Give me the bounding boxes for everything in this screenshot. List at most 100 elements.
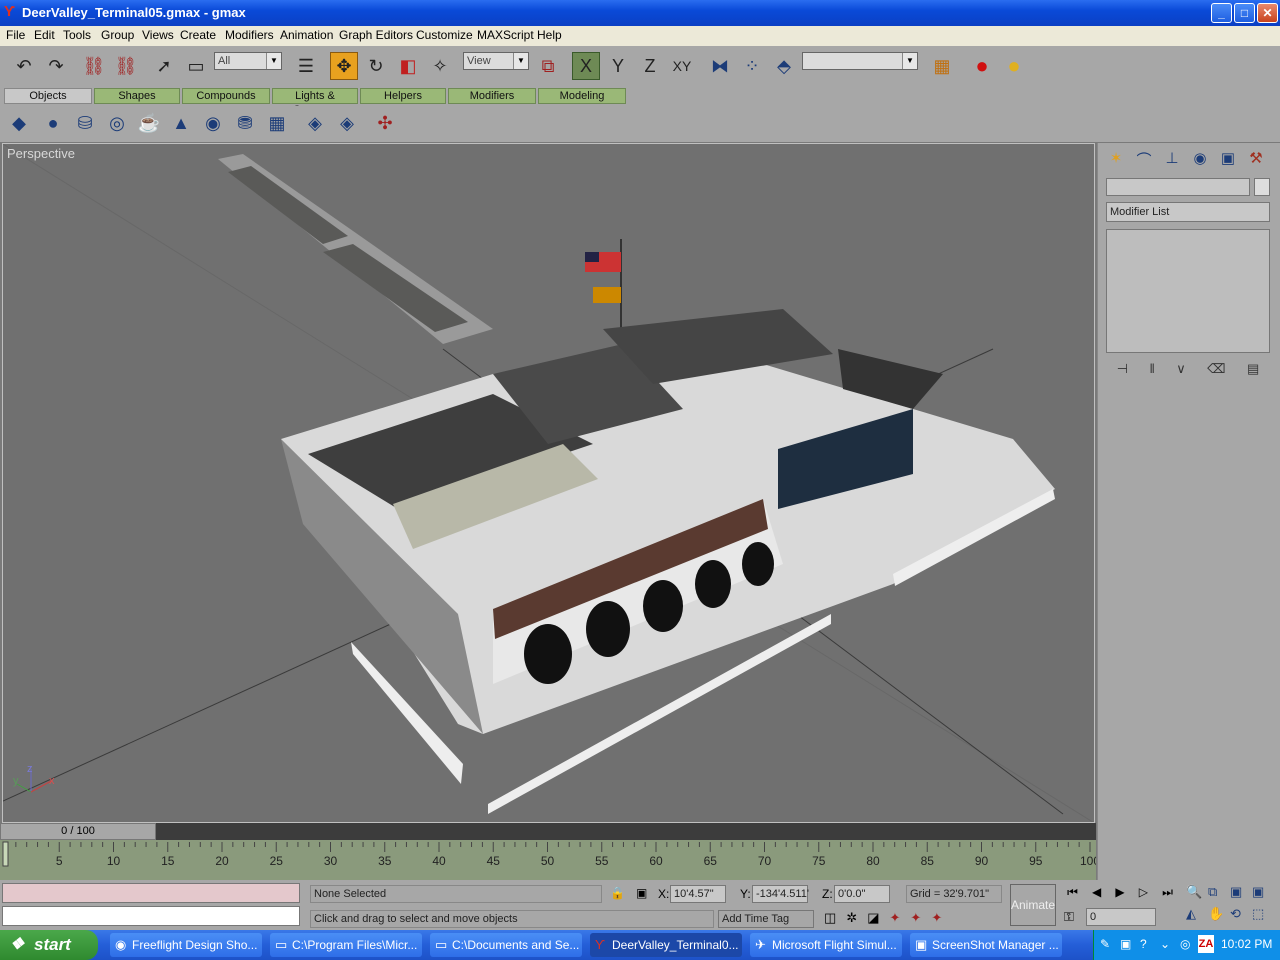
select-by-name-icon[interactable]: ☰ (292, 52, 320, 80)
tab-lights-cameras[interactable]: Lights & Cameras (272, 88, 358, 116)
snap-icon[interactable]: ✧ (426, 52, 454, 80)
patch-grid-icon[interactable]: ◈ (302, 110, 328, 136)
tray-chevron-icon[interactable]: ⌄ (1160, 937, 1170, 951)
zoom-icon[interactable]: 🔍 (1186, 884, 1208, 906)
perspective-viewport[interactable]: y z x Perspective (2, 143, 1095, 823)
current-frame-field[interactable]: 0 (1086, 908, 1156, 926)
window-crossing-icon[interactable]: ✦ (931, 910, 942, 928)
axis-z-icon[interactable]: Z (636, 52, 664, 80)
remove-modifier-icon[interactable]: ⌫ (1207, 361, 1225, 381)
tube-icon[interactable]: ⛃ (232, 110, 258, 136)
named-selection-dropdown[interactable]: ▼ (802, 52, 918, 70)
select-object-icon[interactable]: ➚ (150, 52, 178, 80)
track-bar[interactable]: 5 10 15 20 25 30 35 40 45 50 55 60 65 70 75 80 85 90 95 100 (0, 840, 1096, 880)
tab-shapes[interactable]: Shapes (94, 88, 180, 104)
make-unique-icon[interactable]: ∨ (1176, 361, 1186, 381)
material-editor-icon[interactable]: ● (968, 52, 996, 80)
task-item[interactable]: ▭ C:\Program Files\Micr... (270, 933, 422, 957)
task-item[interactable]: ✈ Microsoft Flight Simul... (750, 933, 902, 957)
scale-icon[interactable]: ◧ (394, 52, 422, 80)
key-icon[interactable]: ⚿ (1064, 909, 1074, 925)
menu-create[interactable]: Create (180, 28, 216, 42)
time-slider-thumb[interactable]: 0 / 100 (0, 823, 156, 840)
cylinder-icon[interactable]: ⛁ (72, 110, 98, 136)
play-icon[interactable]: ▶ (1115, 885, 1124, 903)
x-coordinate[interactable]: 10'4.57" (670, 885, 726, 903)
schematic-icon[interactable]: ▦ (928, 52, 956, 80)
modifier-stack[interactable] (1106, 229, 1270, 353)
menu-edit[interactable]: Edit (34, 28, 55, 42)
menu-graph-editors[interactable]: Graph Editors (339, 28, 413, 42)
minimize-button[interactable]: _ (1211, 3, 1232, 23)
task-item-active[interactable]: Ƴ DeerValley_Terminal0... (590, 933, 742, 957)
spinner-snap-icon[interactable]: ✦ (890, 910, 901, 928)
maxscript-listener-top[interactable] (2, 883, 300, 903)
pivot-icon[interactable]: ⧉ (534, 52, 562, 80)
axis-xy-icon[interactable]: XY (668, 52, 696, 80)
display-tab-icon[interactable]: ▣ (1216, 149, 1240, 171)
previous-frame-icon[interactable]: ◀ (1092, 885, 1101, 903)
tray-network-icon[interactable]: ▣ (1120, 937, 1131, 951)
maximize-button[interactable]: □ (1234, 3, 1255, 23)
snap-toggle-icon[interactable]: ◫ (824, 910, 836, 928)
pan-icon[interactable]: ✋ (1208, 906, 1230, 928)
tray-help-icon[interactable]: ? (1140, 937, 1147, 951)
go-to-start-icon[interactable]: ⏮ (1067, 885, 1078, 903)
zonealarm-icon[interactable]: ZA (1198, 935, 1214, 953)
zoom-all-icon[interactable]: ⧉ (1208, 884, 1230, 906)
zoom-extents-all-icon[interactable]: ▣ (1252, 884, 1274, 906)
rotate-icon[interactable]: ↻ (362, 52, 390, 80)
edit-named-selection-icon[interactable]: ✦ (910, 910, 921, 928)
axis-x-icon[interactable]: X (572, 52, 600, 80)
torus-icon[interactable]: ◎ (104, 110, 130, 136)
link-icon[interactable]: ⛓ (80, 52, 108, 80)
show-end-result-icon[interactable]: ‖ (1149, 361, 1154, 381)
menu-file[interactable]: File (6, 28, 25, 42)
configure-modifiers-icon[interactable]: ▤ (1247, 361, 1259, 381)
undo-icon[interactable]: ↶ (10, 52, 38, 80)
create-tab-icon[interactable]: ✶ (1104, 149, 1128, 171)
menu-customize[interactable]: Customize (416, 28, 473, 42)
geosphere-icon[interactable]: ◉ (200, 110, 226, 136)
z-coordinate[interactable]: 0'0.0" (834, 885, 890, 903)
field-of-view-icon[interactable]: ◭ (1186, 906, 1208, 928)
tab-helpers[interactable]: Helpers (360, 88, 446, 104)
menu-modifiers[interactable]: Modifiers (225, 28, 274, 42)
add-time-tag-button[interactable]: Add Time Tag (718, 910, 814, 928)
object-name-field[interactable] (1106, 178, 1250, 196)
y-coordinate[interactable]: -134'4.511' (752, 885, 809, 903)
maxscript-listener-bottom[interactable] (2, 906, 300, 926)
menu-group[interactable]: Group (101, 28, 134, 42)
patch-tri-icon[interactable]: ◈ (334, 110, 360, 136)
maximize-viewport-icon[interactable]: ⬚ (1252, 906, 1274, 928)
close-button[interactable]: ✕ (1257, 3, 1278, 23)
tab-compounds[interactable]: Compounds (182, 88, 270, 104)
plane-grid-icon[interactable]: ▦ (264, 110, 290, 136)
mirror-icon[interactable]: ⧓ (706, 52, 734, 80)
render-icon[interactable]: ● (1000, 52, 1028, 80)
task-item[interactable]: ◉ Freeflight Design Sho... (110, 933, 262, 957)
hierarchy-tab-icon[interactable]: ⊥ (1160, 149, 1184, 171)
cone-icon[interactable]: ▲ (168, 110, 194, 136)
region-select-icon[interactable]: ▭ (182, 52, 210, 80)
task-item[interactable]: ▭ C:\Documents and Se... (430, 933, 582, 957)
percent-snap-icon[interactable]: ◪ (867, 910, 879, 928)
menu-tools[interactable]: Tools (63, 28, 91, 42)
tab-objects[interactable]: Objects (4, 88, 92, 104)
angle-snap-icon[interactable]: ✲ (846, 910, 857, 928)
menu-maxscript[interactable]: MAXScript (477, 28, 534, 42)
viewport-label[interactable]: Perspective (7, 146, 75, 161)
zoom-extents-icon[interactable]: ▣ (1230, 884, 1252, 906)
menu-help[interactable]: Help (537, 28, 562, 42)
lock-icon[interactable]: 🔒 (610, 886, 625, 900)
tab-modeling[interactable]: Modeling (538, 88, 626, 104)
absolute-mode-icon[interactable]: ▣ (636, 886, 647, 900)
menu-views[interactable]: Views (142, 28, 174, 42)
modifier-list-dropdown[interactable]: Modifier List (1106, 202, 1270, 222)
selection-filter-dropdown[interactable]: All ▼ (214, 52, 282, 70)
unlink-icon[interactable]: ⛓ (112, 52, 140, 80)
move-icon[interactable]: ✥ (330, 52, 358, 80)
reference-coord-dropdown[interactable]: View ▼ (463, 52, 529, 70)
menu-animation[interactable]: Animation (280, 28, 333, 42)
nurbs-icon[interactable]: ✣ (372, 110, 398, 136)
